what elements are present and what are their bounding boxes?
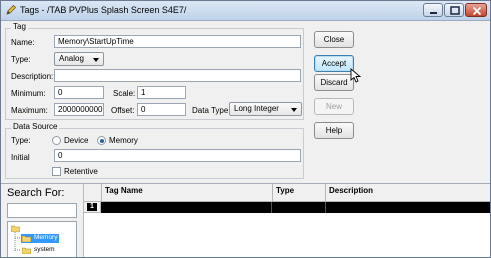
window-title: Tags - /TAB PVPlus Splash Screen S4E7/: [20, 5, 187, 15]
retentive-checkbox[interactable]: [52, 167, 61, 176]
tree-item-system[interactable]: system: [21, 246, 61, 255]
discard-button[interactable]: Discard: [314, 74, 354, 91]
retentive-label: Retentive: [64, 167, 98, 176]
memory-folder-icon: [21, 235, 32, 244]
maximize-icon: [450, 6, 460, 15]
cell-type[interactable]: [273, 202, 326, 213]
minimize-icon: [430, 12, 437, 14]
device-radio-label: Device: [64, 136, 89, 145]
memory-radio-label: Memory: [109, 136, 138, 145]
close-icon: [472, 6, 482, 16]
title-bar[interactable]: Tags - /TAB PVPlus Splash Screen S4E7/: [1, 1, 490, 21]
type-label: Type:: [11, 55, 31, 64]
data-type-select[interactable]: Long Integer: [229, 102, 302, 116]
column-header-type[interactable]: Type: [273, 184, 326, 202]
root-folder-icon[interactable]: [10, 225, 21, 234]
row-number: 1: [87, 203, 97, 211]
mouse-cursor-icon: [350, 68, 362, 83]
offset-label: Offset:: [111, 106, 135, 115]
name-label: Name:: [11, 38, 35, 47]
tag-grid: Tag Name Type Description 1: [84, 184, 490, 257]
folder-tree: Memory system: [7, 221, 77, 257]
grid-corner-header: [84, 184, 102, 202]
tags-window: Tags - /TAB PVPlus Splash Screen S4E7/ T…: [0, 0, 491, 258]
data-type-label: Data Type:: [192, 106, 231, 115]
table-row[interactable]: 1: [84, 202, 490, 213]
source-type-label: Type:: [11, 136, 31, 145]
cell-description[interactable]: [326, 202, 490, 213]
close-window-button[interactable]: [465, 3, 487, 17]
type-select[interactable]: Analog: [54, 52, 104, 66]
help-button[interactable]: Help: [314, 122, 354, 139]
tag-group-label: Tag: [11, 22, 28, 31]
tree-item-system-label: system: [34, 246, 55, 253]
system-folder-icon: [21, 247, 32, 256]
minimum-field[interactable]: 0: [54, 86, 104, 99]
tree-item-memory[interactable]: Memory: [21, 234, 59, 243]
chevron-down-icon: [291, 108, 297, 112]
search-input[interactable]: [7, 203, 77, 218]
data-type-select-value: Long Integer: [234, 104, 279, 113]
chevron-down-icon: [93, 58, 99, 62]
initial-label: Initial: [11, 153, 30, 162]
memory-radio[interactable]: [97, 136, 106, 145]
maximum-field[interactable]: 2000000000: [54, 103, 104, 116]
description-label: Description:: [11, 72, 54, 81]
name-field[interactable]: Memory\StartUpTime: [54, 35, 301, 48]
column-header-tag-name[interactable]: Tag Name: [102, 184, 273, 202]
row-number-cell: 1: [84, 202, 101, 213]
device-radio[interactable]: [52, 136, 61, 145]
minimize-button[interactable]: [423, 3, 443, 17]
data-source-label: Data Source: [11, 122, 60, 131]
search-title: Search For:: [7, 187, 65, 199]
close-button[interactable]: Close: [314, 31, 354, 48]
new-button[interactable]: New: [314, 98, 354, 115]
maximum-label: Maximum:: [11, 106, 48, 115]
type-select-value: Analog: [59, 54, 84, 63]
scale-field[interactable]: 1: [137, 86, 186, 99]
accept-button[interactable]: Accept: [314, 55, 354, 72]
cell-tag-name[interactable]: [102, 202, 272, 213]
offset-field[interactable]: 0: [137, 103, 186, 116]
initial-field[interactable]: 0: [54, 149, 301, 162]
description-field[interactable]: [54, 69, 301, 82]
scale-label: Scale:: [113, 89, 136, 98]
tag-pencil-icon: [5, 4, 17, 16]
minimum-label: Minimum:: [11, 89, 46, 98]
maximize-button[interactable]: [444, 3, 464, 17]
tree-item-memory-label: Memory: [34, 234, 58, 241]
column-header-description[interactable]: Description: [326, 184, 490, 202]
